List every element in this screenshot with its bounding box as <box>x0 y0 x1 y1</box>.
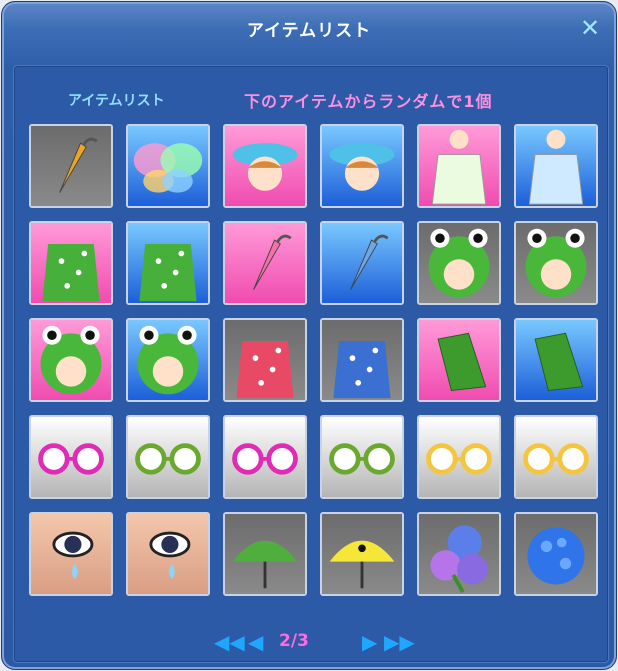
pager: ◀◀ ◀ 2/3 ▶ ▶▶ <box>14 626 608 656</box>
yellow-umbrella-closed-icon[interactable] <box>29 124 113 208</box>
light-blue-shirt-boy-icon-art <box>516 126 596 206</box>
green-gloves-icon-art <box>516 320 596 400</box>
green-polka-raincoat-girl-icon-art <box>31 223 111 303</box>
pink-round-glasses-icon-art <box>31 417 111 497</box>
yellow-umbrella-closed-icon-art <box>31 126 111 206</box>
frog-hood-boy-icon[interactable] <box>514 221 598 305</box>
teardrop-eyes-boy-icon-art <box>128 514 208 594</box>
blue-rain-hat-boy-icon-art <box>322 126 402 206</box>
green-gloves-icon[interactable] <box>514 318 598 402</box>
yellow-flower-glasses-icon[interactable] <box>514 415 598 499</box>
rainbow-butterfly-wings-icon-art <box>128 126 208 206</box>
frog-hood-girl-icon-art <box>419 223 499 303</box>
teardrop-eyes-girl-icon-art <box>31 514 111 594</box>
frog-hood-girl-icon-art <box>31 320 111 400</box>
first-page-icon[interactable]: ◀◀ <box>214 630 245 654</box>
prev-page-icon[interactable]: ◀ <box>248 630 263 654</box>
white-dress-girl-icon[interactable] <box>417 124 501 208</box>
yellow-flower-glasses-icon-art <box>516 417 596 497</box>
item-list-panel: アイテムリスト 下のアイテムからランダムで1個 ◀◀ ◀ 2/3 ▶ ▶▶ <box>13 65 609 663</box>
light-blue-shirt-boy-icon[interactable] <box>514 124 598 208</box>
yellow-chick-umbrella-icon-art <box>322 514 402 594</box>
frog-hood-girl-icon[interactable] <box>29 318 113 402</box>
green-polka-raincoat-girl-icon[interactable] <box>29 221 113 305</box>
frog-hood-boy-icon-art <box>516 223 596 303</box>
red-polka-raincoat-icon[interactable] <box>223 318 307 402</box>
frog-hood-boy-icon[interactable] <box>126 318 210 402</box>
yellow-chick-umbrella-icon[interactable] <box>320 512 404 596</box>
item-list-window: アイテムリスト ✕ アイテムリスト 下のアイテムからランダムで1個 ◀◀ ◀ 2… <box>1 1 617 670</box>
yellow-flower-glasses-icon[interactable] <box>417 415 501 499</box>
green-frog-umbrella-icon-art <box>225 514 305 594</box>
green-gloves-icon-art <box>419 320 499 400</box>
close-icon[interactable]: ✕ <box>578 16 602 40</box>
item-list-label: アイテムリスト <box>68 93 165 109</box>
blue-umbrella-closed-icon-art <box>322 223 402 303</box>
page-indicator: 2/3 <box>279 631 309 651</box>
white-dress-girl-icon-art <box>419 126 499 206</box>
red-polka-raincoat-icon-art <box>225 320 305 400</box>
pink-sleepy-glasses-icon[interactable] <box>223 415 307 499</box>
green-gloves-icon[interactable] <box>417 318 501 402</box>
pink-umbrella-closed-icon-art <box>225 223 305 303</box>
title-bar[interactable]: アイテムリスト ✕ <box>2 2 616 60</box>
random-pick-label: 下のアイテムからランダムで1個 <box>244 92 493 111</box>
window-title: アイテムリスト <box>246 21 372 41</box>
pink-rain-hat-girl-icon-art <box>225 126 305 206</box>
pink-sleepy-glasses-icon-art <box>225 417 305 497</box>
blue-hydrangea-icon-art <box>516 514 596 594</box>
blue-hydrangea-icon[interactable] <box>514 512 598 596</box>
pink-umbrella-closed-icon[interactable] <box>223 221 307 305</box>
teardrop-eyes-girl-icon[interactable] <box>29 512 113 596</box>
green-round-glasses-icon-art <box>128 417 208 497</box>
yellow-flower-glasses-icon-art <box>419 417 499 497</box>
green-polka-raincoat-boy-icon[interactable] <box>126 221 210 305</box>
green-polka-raincoat-boy-icon-art <box>128 223 208 303</box>
hydrangea-bouquet-icon[interactable] <box>417 512 501 596</box>
frog-hood-girl-icon[interactable] <box>417 221 501 305</box>
next-page-icon[interactable]: ▶ <box>362 630 377 654</box>
pink-round-glasses-icon[interactable] <box>29 415 113 499</box>
last-page-icon[interactable]: ▶▶ <box>384 630 415 654</box>
blue-polka-raincoat-icon-art <box>322 320 402 400</box>
rainbow-butterfly-wings-icon[interactable] <box>126 124 210 208</box>
frog-hood-boy-icon-art <box>128 320 208 400</box>
green-round-glasses-icon[interactable] <box>126 415 210 499</box>
green-sleepy-glasses-icon-art <box>322 417 402 497</box>
blue-umbrella-closed-icon[interactable] <box>320 221 404 305</box>
pink-rain-hat-girl-icon[interactable] <box>223 124 307 208</box>
teardrop-eyes-boy-icon[interactable] <box>126 512 210 596</box>
blue-polka-raincoat-icon[interactable] <box>320 318 404 402</box>
blue-rain-hat-boy-icon[interactable] <box>320 124 404 208</box>
green-sleepy-glasses-icon[interactable] <box>320 415 404 499</box>
hydrangea-bouquet-icon-art <box>419 514 499 594</box>
green-frog-umbrella-icon[interactable] <box>223 512 307 596</box>
